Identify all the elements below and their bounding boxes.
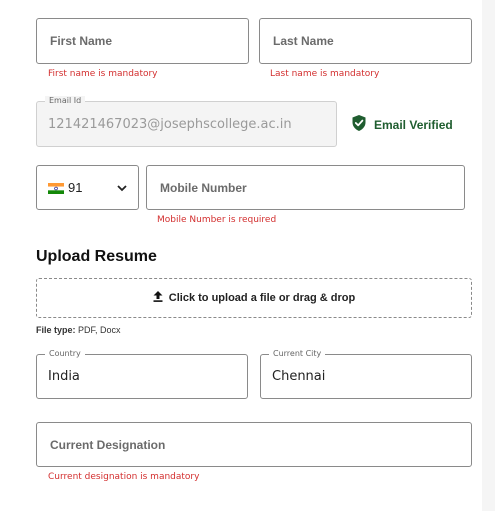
country-code-value: 91: [68, 180, 83, 195]
current-designation-placeholder: Current Designation: [50, 437, 166, 452]
email-value: 121421467023@josephscollege.ac.in: [48, 116, 292, 132]
upload-resume-title: Upload Resume: [36, 248, 157, 265]
current-designation-input[interactable]: Current Designation: [36, 422, 472, 467]
mobile-number-error: Mobile Number is required: [157, 215, 277, 225]
form-panel: First Name First name is mandatory Last …: [0, 0, 482, 511]
mobile-number-input[interactable]: Mobile Number: [146, 165, 465, 210]
verified-shield-icon: [352, 115, 366, 134]
country-field[interactable]: Country India: [36, 349, 248, 399]
current-city-field[interactable]: Current City Chennai: [260, 349, 472, 399]
file-type-label: File type:: [36, 325, 76, 335]
email-verified-text: Email Verified: [374, 117, 453, 132]
upload-icon: [153, 291, 163, 305]
country-value: India: [48, 369, 80, 384]
country-code-select[interactable]: 91: [36, 165, 139, 210]
dropzone-text: Click to upload a file or drag & drop: [168, 292, 356, 304]
mobile-number-placeholder: Mobile Number: [160, 180, 247, 195]
file-type-hint: File type: PDF, Docx: [36, 325, 121, 335]
email-field: Email Id 121421467023@josephscollege.ac.…: [36, 96, 337, 147]
india-flag-icon: [48, 182, 64, 194]
last-name-placeholder: Last Name: [273, 34, 334, 48]
current-designation-error: Current designation is mandatory: [48, 472, 200, 482]
first-name-placeholder: First Name: [50, 34, 113, 48]
last-name-input[interactable]: Last Name: [259, 18, 472, 64]
chevron-down-icon: [116, 181, 128, 199]
resume-dropzone[interactable]: Click to upload a file or drag & drop: [36, 278, 472, 318]
email-verified-status: Email Verified: [352, 115, 453, 134]
first-name-input[interactable]: First Name: [36, 18, 249, 64]
first-name-error: First name is mandatory: [48, 69, 158, 79]
current-city-value: Chennai: [272, 369, 326, 384]
last-name-error: Last name is mandatory: [270, 69, 380, 79]
file-type-values: PDF, Docx: [78, 325, 121, 335]
